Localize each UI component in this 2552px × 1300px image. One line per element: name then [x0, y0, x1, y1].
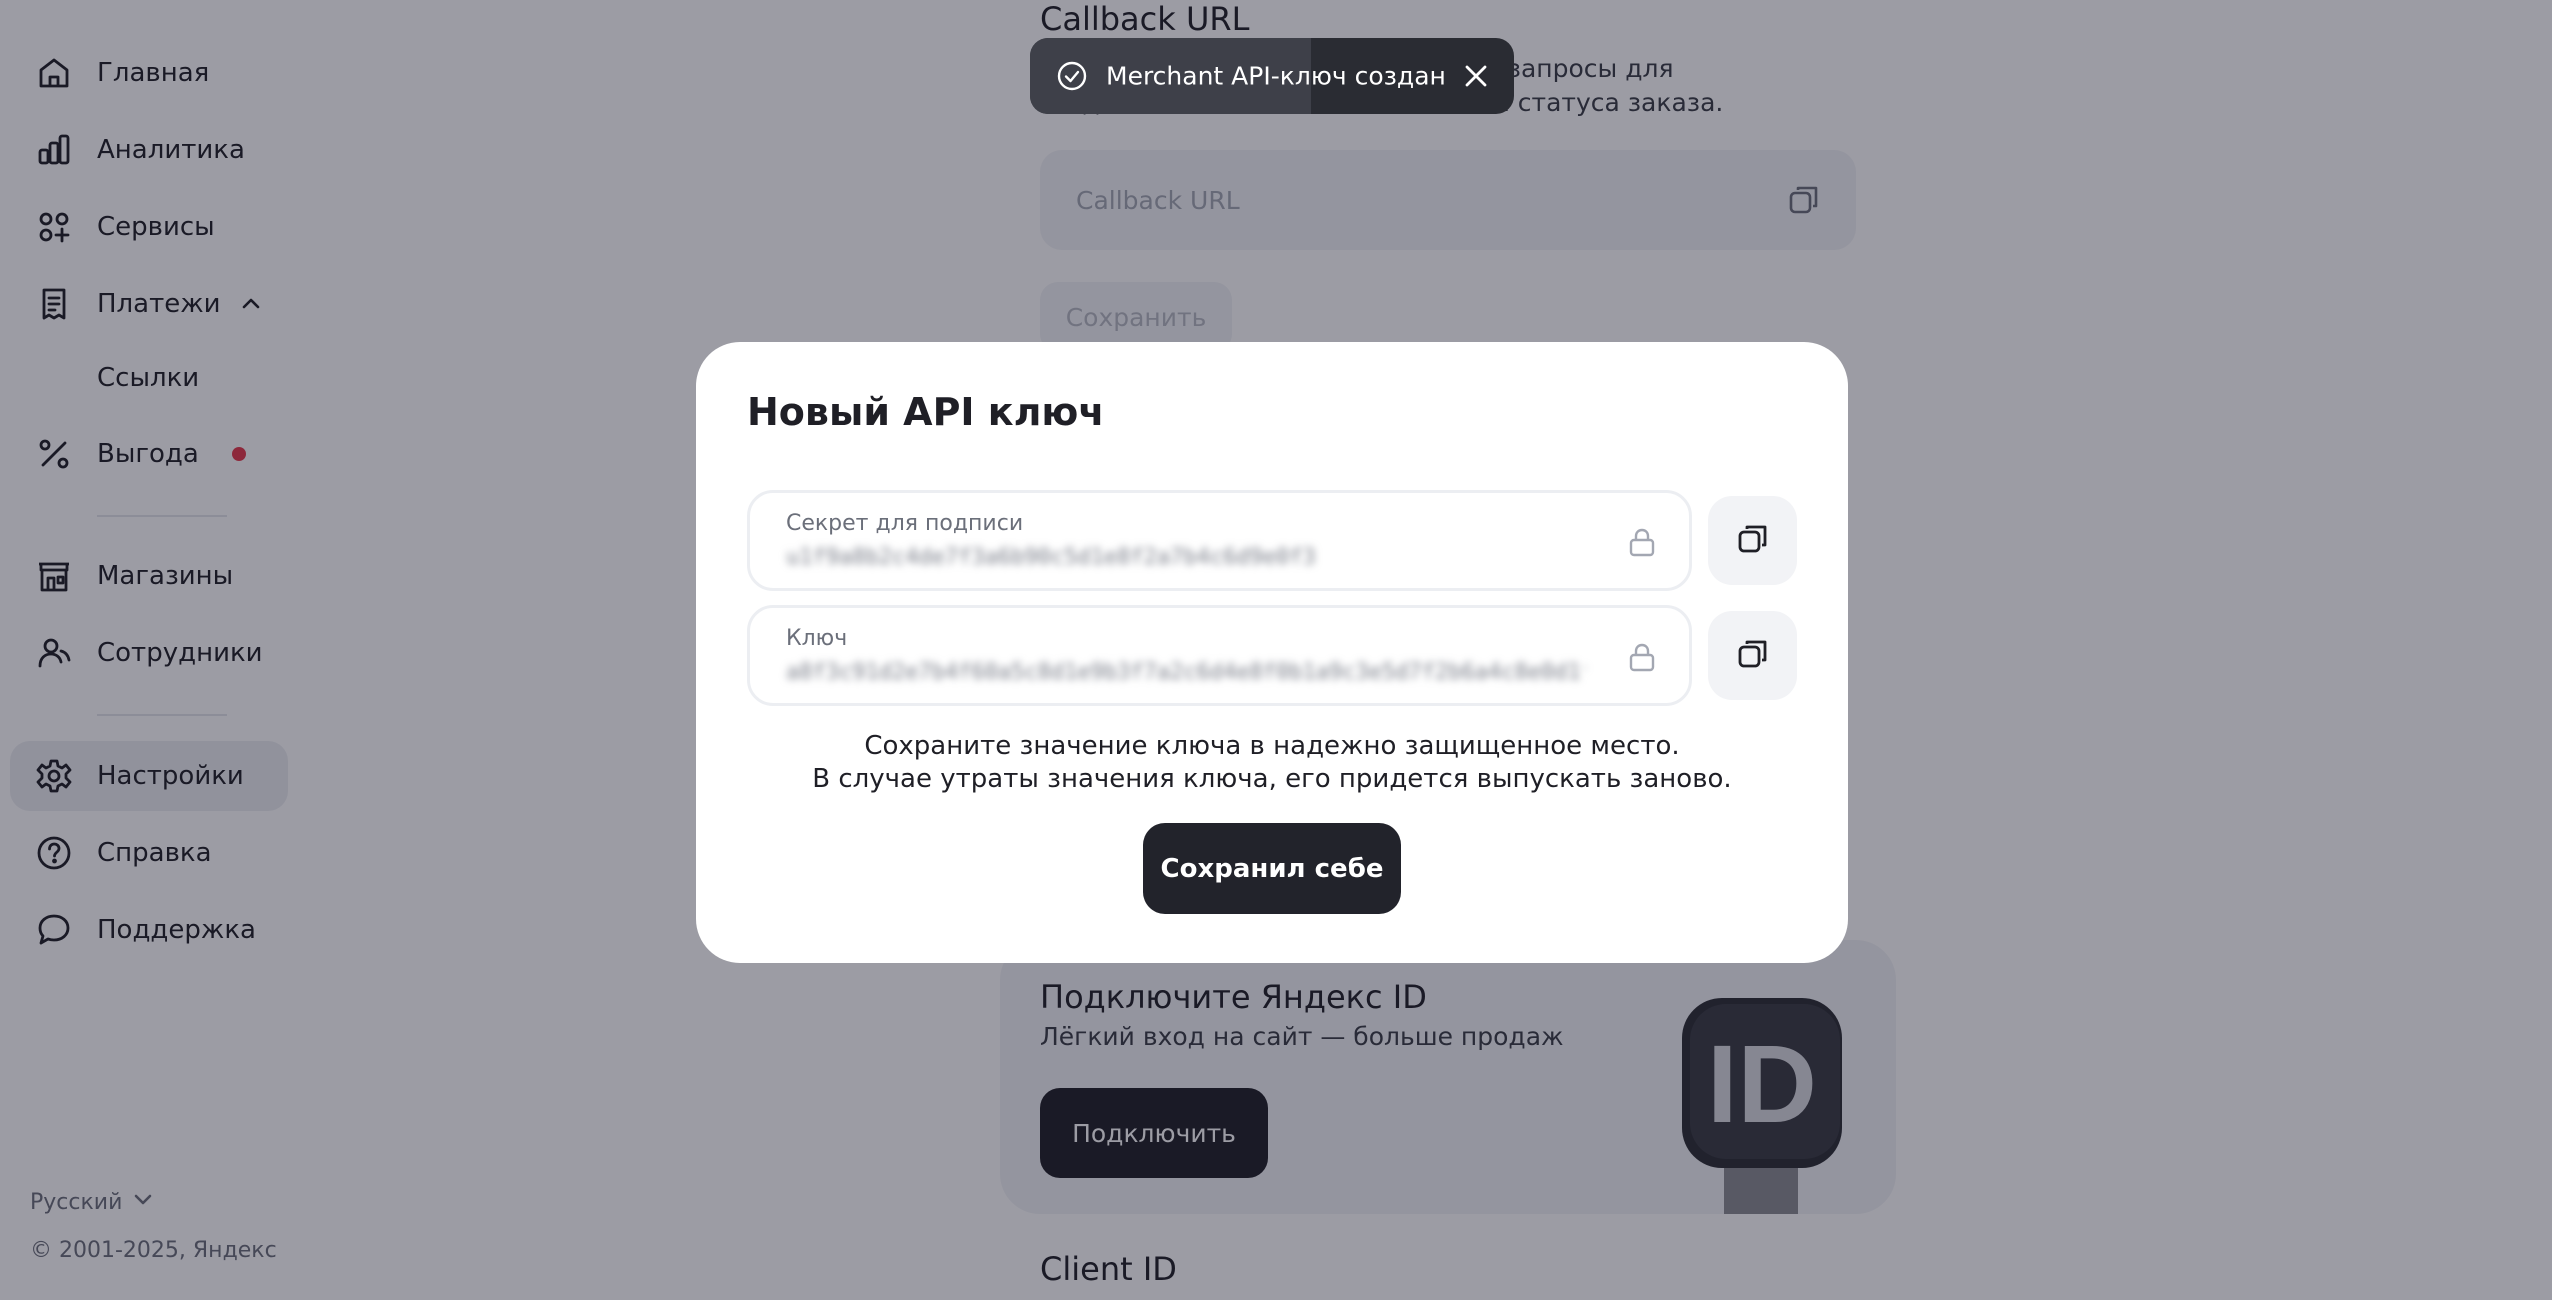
close-icon[interactable] — [1460, 60, 1492, 92]
field-label: Секрет для подписи — [786, 511, 1024, 536]
field-label: Ключ — [786, 626, 848, 651]
check-circle-icon — [1056, 60, 1088, 92]
api-key-field[interactable]: Ключ a8f3c91d2e7b4f60a5c8d1e9b3f7a2c6d4e… — [747, 605, 1692, 706]
field-value: a8f3c91d2e7b4f60a5c8d1e9b3f7a2c6d4e8f0b1… — [786, 660, 1586, 685]
copy-icon — [1735, 636, 1771, 676]
dialog-note: Сохраните значение ключа в надежно защищ… — [696, 730, 1848, 796]
copy-icon — [1735, 521, 1771, 561]
signing-secret-field[interactable]: Секрет для подписи u1f9a8b2c4de7f3a6b90c… — [747, 490, 1692, 591]
copy-secret-button[interactable] — [1708, 496, 1797, 585]
dialog-note-line-2: В случае утраты значения ключа, его прид… — [812, 764, 1732, 794]
confirm-saved-button[interactable]: Сохранил себе — [1143, 823, 1401, 914]
new-api-key-dialog: Новый API ключ Секрет для подписи u1f9a8… — [696, 342, 1848, 963]
toast-notification: Merchant API-ключ создан — [1030, 38, 1514, 114]
toast-text: Merchant API-ключ создан — [1106, 61, 1446, 91]
copy-key-button[interactable] — [1708, 611, 1797, 700]
dialog-note-line-1: Сохраните значение ключа в надежно защищ… — [864, 731, 1680, 761]
lock-icon — [1625, 640, 1659, 674]
field-value: u1f9a8b2c4de7f3a6b90c5d1e8f2a7b4c6d9e0f3 — [786, 545, 1316, 570]
lock-icon — [1625, 525, 1659, 559]
dialog-title: Новый API ключ — [747, 390, 1105, 434]
